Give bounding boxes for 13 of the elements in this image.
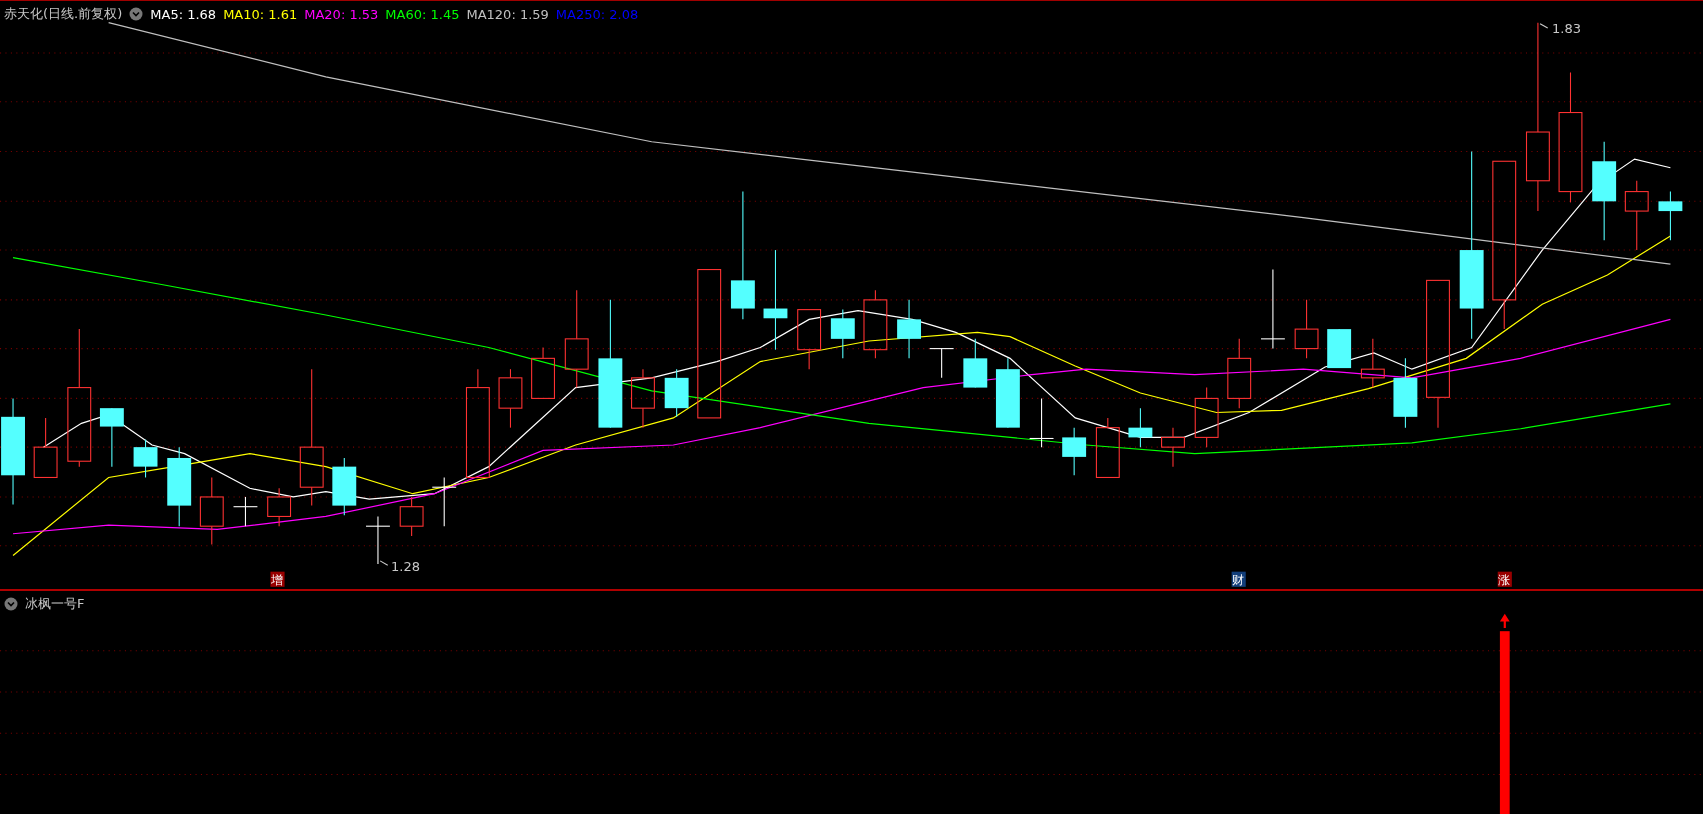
high-price-label: 1.83 [1552, 21, 1582, 37]
signal-tag: 涨 [1497, 571, 1512, 588]
signal-tag: 增 [270, 571, 285, 588]
low-price-label: 1.28 [391, 558, 420, 574]
moving-average-value: MA10: 1.61 [223, 6, 298, 22]
signal-tag: 财 [1231, 571, 1246, 588]
moving-average-value: MA250: 2.08 [555, 6, 639, 22]
moving-average-value: MA120: 1.59 [466, 6, 549, 22]
moving-average-value: MA20: 1.53 [304, 6, 379, 22]
moving-average-value: MA60: 1.45 [385, 6, 460, 22]
moving-average-value: MA5: 1.68 [150, 6, 217, 22]
chart-title: 赤天化(日线.前复权) [4, 5, 123, 23]
indicator-title: 冰枫一号F [25, 595, 85, 613]
